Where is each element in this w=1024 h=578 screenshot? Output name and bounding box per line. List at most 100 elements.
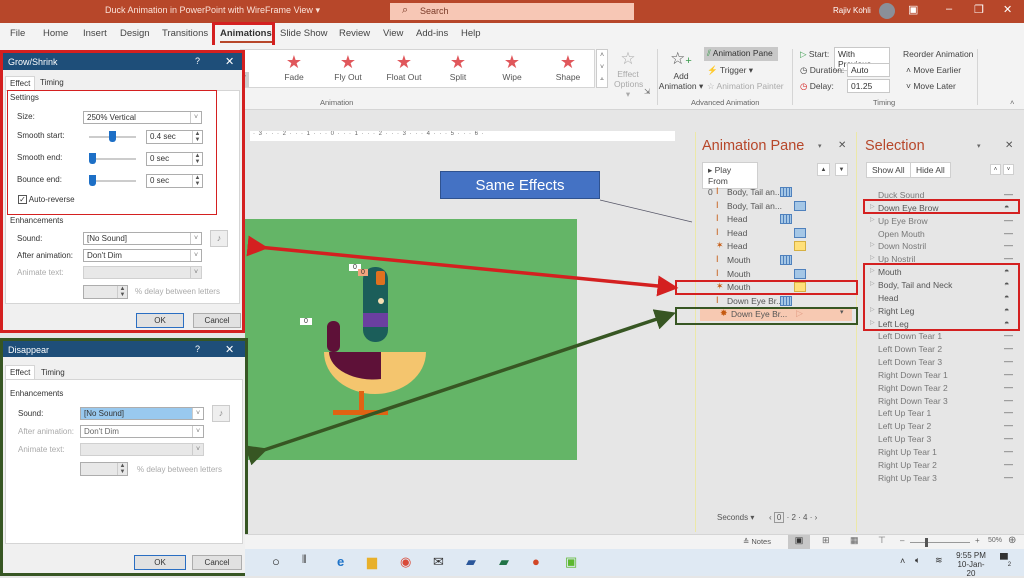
selection-list-item[interactable]: Right Up Tear 2 —	[862, 459, 1022, 472]
gallery-more-icon[interactable]: ⩡	[597, 74, 607, 86]
bring-forward-button[interactable]: ˄	[990, 164, 1001, 175]
zoom-level[interactable]: 50%	[988, 537, 1002, 544]
bounce-end-input[interactable]: 0 sec ▲ ▼	[146, 174, 203, 188]
close-icon[interactable]: ✕	[1003, 3, 1012, 16]
powerpoint-icon[interactable]: ●	[532, 554, 540, 569]
move-later-button[interactable]: ˅ Move Later	[906, 81, 956, 91]
tab-timing[interactable]: Timing	[37, 366, 69, 379]
spinner-icon[interactable]: ▲ ▼	[192, 131, 202, 143]
animation-tag[interactable]: 0	[358, 269, 368, 276]
zoom-in-icon[interactable]: +	[975, 536, 980, 545]
tab-transitions[interactable]: Transitions	[162, 28, 208, 39]
tab-timing[interactable]: Timing	[36, 76, 68, 89]
action-center-icon[interactable]: ▀2	[1000, 554, 1011, 568]
search-box[interactable]: ⌕ Search	[390, 3, 634, 20]
camtasia-icon[interactable]: ▣	[565, 554, 577, 570]
selection-list-item[interactable]: ▷ Up Eye Brow —	[862, 215, 1022, 228]
smooth-end-input[interactable]: 0 sec ▲ ▼	[146, 152, 203, 166]
slider-thumb[interactable]	[89, 175, 96, 186]
timeline-units[interactable]: Seconds ▾	[717, 513, 754, 522]
clock[interactable]: 9:55 PM 10-Jan-20	[953, 551, 989, 578]
pane-options-icon[interactable]: ▾	[818, 142, 822, 150]
timeline-bar[interactable]	[794, 268, 806, 279]
selection-list-item[interactable]: Right Down Tear 3 —	[862, 395, 1022, 408]
close-icon[interactable]: ✕	[225, 55, 234, 68]
spinner-icon[interactable]: ▲ ▼	[192, 175, 202, 187]
cortana-icon[interactable]: ○	[272, 554, 280, 569]
expand-icon[interactable]: ▷	[870, 254, 875, 261]
hidden-dash-icon[interactable]: —	[1004, 253, 1013, 263]
effect-fly-out[interactable]: ★ Fly Out	[323, 52, 373, 82]
smooth-end-slider[interactable]	[89, 153, 136, 164]
normal-view-icon[interactable]: ▣	[788, 535, 810, 549]
zoom-thumb[interactable]	[925, 538, 928, 547]
hidden-dash-icon[interactable]: —	[1004, 459, 1013, 469]
cancel-button[interactable]: Cancel	[192, 555, 242, 570]
slide-sorter-icon[interactable]: ⊞	[822, 535, 830, 546]
send-backward-button[interactable]: ˅	[1003, 164, 1014, 175]
speaker-icon[interactable]: ♪	[210, 230, 228, 247]
timeline-scale[interactable]: ‹ 0 · 2 · 4 · ›	[769, 512, 817, 523]
delay-letters-input[interactable]: ▲ ▼	[83, 285, 128, 299]
tab-effect[interactable]: Effect	[5, 76, 36, 90]
animation-tag[interactable]: 0	[300, 318, 312, 325]
tab-insert[interactable]: Insert	[83, 28, 107, 39]
notes-button[interactable]: ≙ Notes	[743, 537, 771, 546]
hidden-dash-icon[interactable]: —	[1004, 189, 1013, 199]
hidden-dash-icon[interactable]: —	[1004, 382, 1013, 392]
help-icon[interactable]: ?	[195, 56, 200, 66]
hidden-dash-icon[interactable]: —	[1004, 228, 1013, 238]
effect-float-out[interactable]: ★ Float Out	[379, 52, 429, 82]
animation-list-item[interactable]: I Head	[696, 227, 856, 240]
selection-list-item[interactable]: Left Up Tear 1 —	[862, 407, 1022, 420]
ribbon-display-icon[interactable]: ▣	[908, 3, 918, 16]
timeline-bar[interactable]	[794, 227, 806, 238]
slideshow-icon[interactable]: ⊤	[878, 535, 886, 546]
hidden-dash-icon[interactable]: —	[1004, 240, 1013, 250]
spinner-icon[interactable]: ▲ ▼	[192, 153, 202, 165]
timeline-bar[interactable]	[794, 241, 806, 252]
ok-button[interactable]: OK	[134, 555, 186, 570]
selection-list-item[interactable]: Right Down Tear 2 —	[862, 382, 1022, 395]
selection-list-item[interactable]: ▷ Down Nostril —	[862, 240, 1022, 253]
animation-list-item[interactable]: I Head	[696, 213, 856, 226]
user-name[interactable]: Rajiv Kohli	[833, 6, 871, 15]
selection-list-item[interactable]: Right Up Tear 3 —	[862, 472, 1022, 485]
excel-icon[interactable]: ▰	[499, 554, 509, 570]
reading-view-icon[interactable]: ▦	[850, 535, 859, 546]
hidden-dash-icon[interactable]: —	[1004, 215, 1013, 225]
hidden-dash-icon[interactable]: —	[1004, 330, 1013, 340]
tab-review[interactable]: Review	[339, 28, 370, 39]
auto-reverse-checkbox[interactable]: ✓ Auto-reverse	[18, 195, 75, 204]
selection-list-item[interactable]: Left Down Tear 3 —	[862, 356, 1022, 369]
move-down-button[interactable]: ▼	[835, 163, 848, 176]
close-icon[interactable]: ✕	[1005, 140, 1013, 151]
delay-letters-input[interactable]: ▲ ▼	[80, 462, 128, 476]
expand-icon[interactable]: ▷	[870, 216, 875, 223]
selection-list-item[interactable]: Right Up Tear 1 —	[862, 446, 1022, 459]
animation-list-item[interactable]: I Mouth	[696, 268, 856, 281]
effect-shape[interactable]: ★ Shape	[543, 52, 593, 82]
animation-list-item[interactable]: 0 I Body, Tail an...	[696, 186, 856, 199]
close-icon[interactable]: ✕	[225, 343, 234, 356]
spinner-icon[interactable]: ▲ ▼	[117, 463, 127, 475]
timeline-bar[interactable]	[794, 200, 806, 211]
edge-icon[interactable]: e	[337, 554, 344, 569]
bounce-end-slider[interactable]	[89, 175, 136, 186]
timeline-bar[interactable]	[780, 187, 792, 197]
tab-home[interactable]: Home	[43, 28, 68, 39]
task-view-icon[interactable]: ⫴	[302, 554, 307, 567]
tab-add-ins[interactable]: Add-ins	[416, 28, 448, 39]
zoom-slider[interactable]	[910, 538, 970, 547]
hidden-dash-icon[interactable]: —	[1004, 407, 1013, 417]
move-earlier-button[interactable]: ˄ Move Earlier	[906, 65, 961, 75]
effect-options-button[interactable]: ☆ Effect Options ▾	[614, 49, 643, 100]
hidden-dash-icon[interactable]: —	[1004, 420, 1013, 430]
hidden-dash-icon[interactable]: —	[1004, 433, 1013, 443]
minimize-icon[interactable]: –	[946, 3, 952, 15]
chevron-down-icon[interactable]: ˅	[597, 62, 607, 74]
size-select[interactable]: 250% Vertical ˅	[83, 111, 202, 124]
mail-icon[interactable]: ✉	[433, 554, 444, 570]
delay-input[interactable]: 01.25	[847, 79, 890, 93]
animation-list-item[interactable]: I Down Eye Br...	[696, 295, 856, 308]
